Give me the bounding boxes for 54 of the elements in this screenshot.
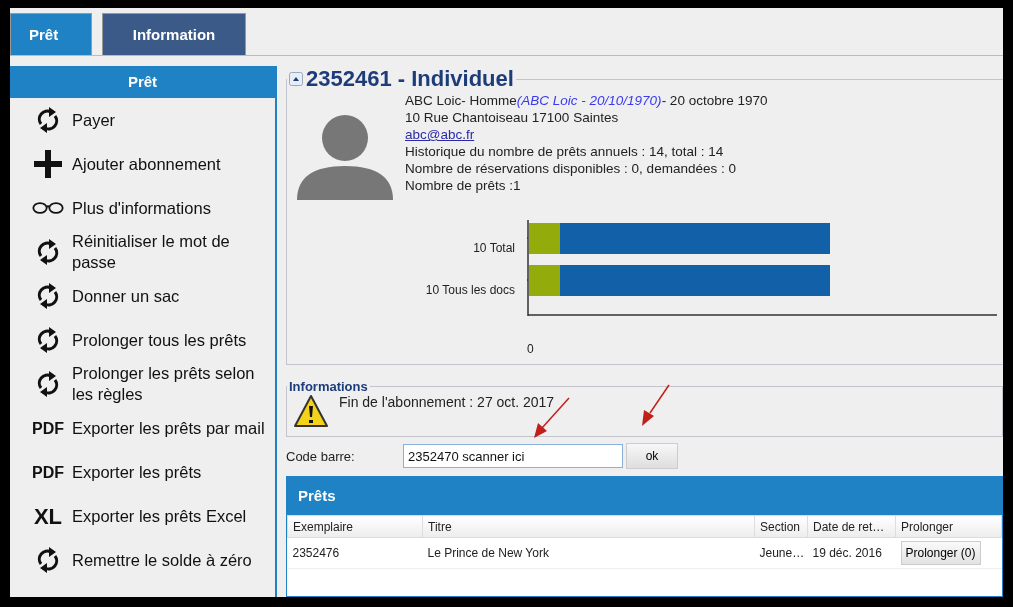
patron-address: 10 Rue Chantoiseau 17100 Saintes	[405, 109, 620, 126]
column-header[interactable]: Section	[754, 515, 808, 538]
sidebar-item[interactable]: Exporter les prêts Excel	[72, 505, 247, 527]
bar-label: 10 Total	[473, 240, 515, 257]
refresh-icon	[35, 370, 61, 398]
barcode-field[interactable]: 2352470 scanner ici	[403, 444, 623, 468]
barcode-label: Code barre:	[286, 448, 356, 464]
refresh-icon	[35, 546, 61, 574]
warning-icon	[293, 394, 329, 428]
email-link[interactable]: abc@abc.fr	[405, 126, 475, 143]
column-header[interactable]: Exemplaire	[287, 515, 423, 538]
info-message: Fin de l'abonnement : 27 oct. 2017	[339, 394, 555, 410]
loans-title: Prêts	[287, 477, 1002, 515]
tab[interactable]: Information	[102, 13, 246, 55]
sidebar-item[interactable]: Remettre le solde à zéro	[72, 549, 252, 571]
glasses-icon	[32, 201, 64, 215]
file-type-icon: PDF	[32, 417, 64, 439]
file-type-icon: XL	[33, 505, 63, 527]
refresh-icon	[35, 326, 61, 354]
bar-label: 10 Tous les docs	[425, 282, 515, 299]
info-title: Informations	[288, 379, 369, 394]
patron-stat: Historique du nombre de prêts annuels : 14, total : 14	[405, 143, 725, 160]
sidebar-item[interactable]: Prolonger tous les prêts	[72, 329, 247, 351]
sidebar-item[interactable]: Payer	[72, 109, 116, 131]
refresh-icon	[35, 282, 61, 310]
axis-label: 0	[527, 342, 535, 356]
ok-button[interactable]: ok	[626, 443, 678, 469]
sidebar-item[interactable]: Donner un sac	[72, 285, 180, 307]
table-cell: 2352476	[287, 537, 423, 569]
plus-icon	[34, 150, 62, 178]
table-cell: Le Prince de New York	[422, 537, 755, 569]
patron-title: 2352461 - Individuel	[306, 66, 514, 92]
patron-stat: Nombre de réservations disponibles : 0, demandées : 0	[405, 160, 737, 177]
annotation-arrow	[642, 384, 670, 426]
tab[interactable]: Prêt	[10, 13, 92, 55]
collapse-icon[interactable]	[289, 72, 303, 86]
sidebar-item[interactable]: Ajouter abonnement	[72, 153, 221, 175]
file-type-icon: PDF	[32, 461, 64, 483]
refresh-icon	[35, 106, 61, 134]
sidebar-item[interactable]: Exporter les prêts par mail	[72, 417, 265, 439]
sidebar-item[interactable]: Exporter les prêts	[72, 461, 202, 483]
column-header[interactable]: Prolonger	[895, 515, 1002, 538]
column-header[interactable]: Date de ret…	[807, 515, 896, 538]
sidebar-item[interactable]: Réinitialiser le mot de passe	[72, 231, 269, 273]
patron-name: ABC Loic- Homme(ABC Loic - 20/10/1970)- 20 octobre 1970	[405, 92, 768, 109]
table-cell: 19 déc. 2016	[807, 537, 896, 569]
sidebar-item[interactable]: Plus d'informations	[72, 197, 211, 219]
patron-stat: Nombre de prêts :1	[405, 177, 522, 194]
column-header[interactable]: Titre	[422, 515, 755, 538]
sidebar-title: Prêt	[10, 66, 275, 98]
refresh-icon	[35, 238, 61, 266]
sidebar-item[interactable]: Prolonger les prêts selon les règles	[72, 363, 269, 405]
prolong-button[interactable]: Prolonger (0)	[900, 541, 981, 565]
table-cell: Jeune…	[754, 537, 808, 569]
